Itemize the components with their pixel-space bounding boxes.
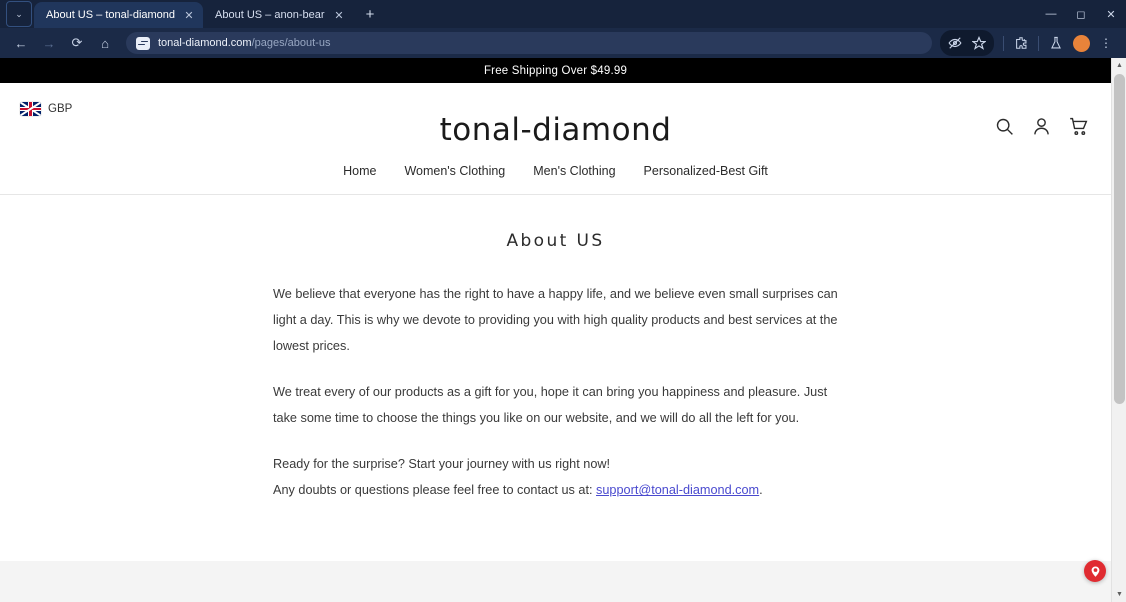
- nav-item-mens-clothing[interactable]: Men's Clothing: [533, 164, 615, 178]
- article-body: We believe that everyone has the right t…: [268, 281, 843, 503]
- scroll-down-arrow[interactable]: ▼: [1112, 587, 1126, 602]
- toolbar-divider-2: [1038, 35, 1039, 51]
- about-us-article: About US We believe that everyone has th…: [0, 195, 1111, 561]
- nav-item-womens-clothing[interactable]: Women's Clothing: [404, 164, 505, 178]
- home-icon[interactable]: ⌂: [92, 30, 118, 56]
- lab-flask-icon[interactable]: [1044, 31, 1068, 55]
- browser-menu-icon[interactable]: ⋮: [1094, 31, 1118, 55]
- avatar: [1072, 34, 1090, 52]
- extensions-icon[interactable]: [1009, 31, 1033, 55]
- location-pin-icon: [1091, 566, 1099, 577]
- uk-flag-icon: [20, 102, 41, 116]
- contact-prefix-text: Any doubts or questions please feel free…: [273, 483, 597, 498]
- currency-label: GBP: [48, 103, 73, 115]
- article-paragraph-4: Any doubts or questions please feel free…: [273, 477, 843, 503]
- new-tab-button[interactable]: +: [357, 1, 383, 27]
- profile-avatar[interactable]: [1069, 31, 1093, 55]
- cart-icon[interactable]: [1068, 116, 1089, 137]
- maximize-icon[interactable]: ◻: [1066, 0, 1096, 28]
- scrollbar-thumb[interactable]: [1114, 74, 1125, 404]
- account-icon[interactable]: [1031, 116, 1052, 137]
- floating-action-badge[interactable]: [1084, 560, 1106, 582]
- site-logo[interactable]: tonal-diamond: [0, 95, 1111, 147]
- article-paragraph-2: We treat every of our products as a gift…: [273, 385, 828, 426]
- header-action-icons: [994, 116, 1089, 137]
- site-settings-icon[interactable]: [136, 36, 150, 50]
- search-icon[interactable]: [994, 116, 1015, 137]
- tab-search-button[interactable]: ⌄: [6, 1, 32, 27]
- forward-icon[interactable]: →: [36, 30, 62, 56]
- tab-title: About US – tonal-diamond: [46, 9, 176, 21]
- page-title: About US: [506, 231, 605, 252]
- promo-banner: Free Shipping Over $49.99: [0, 58, 1111, 83]
- tab-title: About US – anon-bear: [215, 9, 325, 21]
- chevron-down-icon: ⌄: [15, 8, 23, 19]
- toolbar-divider: [1003, 35, 1004, 51]
- site-header: GBP tonal-diamond Home Women's Clothing …: [0, 83, 1111, 196]
- contact-suffix-text: .: [759, 483, 763, 498]
- webpage: Free Shipping Over $49.99 GBP tonal-diam…: [0, 58, 1111, 602]
- omnibox-actions-pill: [940, 30, 994, 56]
- page-viewport: Free Shipping Over $49.99 GBP tonal-diam…: [0, 58, 1126, 602]
- browser-toolbar: ← → ⟳ ⌂ tonal-diamond.com/pages/about-us: [0, 28, 1126, 58]
- tab-strip: ⌄ About US – tonal-diamond ✕ About US – …: [0, 0, 1126, 28]
- minimize-icon[interactable]: —: [1036, 0, 1066, 28]
- browser-window: ⌄ About US – tonal-diamond ✕ About US – …: [0, 0, 1126, 602]
- address-bar[interactable]: tonal-diamond.com/pages/about-us: [126, 32, 932, 54]
- close-icon[interactable]: ✕: [331, 7, 347, 23]
- article-paragraph-1: We believe that everyone has the right t…: [273, 287, 838, 354]
- url-path: /pages/about-us: [251, 37, 331, 49]
- scroll-up-arrow[interactable]: ▲: [1112, 58, 1126, 73]
- tracking-protection-icon[interactable]: [943, 31, 967, 55]
- currency-selector[interactable]: GBP: [20, 102, 72, 116]
- browser-tab-2[interactable]: About US – anon-bear ✕: [203, 2, 353, 28]
- nav-item-personalized-best-gift[interactable]: Personalized-Best Gift: [644, 164, 768, 178]
- article-paragraph-3: Ready for the surprise? Start your journ…: [273, 457, 611, 472]
- page-scrollbar[interactable]: ▲ ▼: [1111, 58, 1126, 602]
- back-icon[interactable]: ←: [8, 30, 34, 56]
- close-icon[interactable]: ✕: [181, 7, 197, 23]
- support-email-link[interactable]: support@tonal-diamond.com: [596, 483, 759, 497]
- url-text: tonal-diamond.com/pages/about-us: [158, 37, 330, 49]
- nav-item-home[interactable]: Home: [343, 164, 376, 178]
- bookmark-star-icon[interactable]: [967, 31, 991, 55]
- site-footer: Tonal-diamond Info About US Contact Us F…: [0, 561, 1111, 602]
- url-host: tonal-diamond.com: [158, 37, 252, 49]
- toolbar-actions: ⋮: [940, 30, 1118, 56]
- main-navigation: Home Women's Clothing Men's Clothing Per…: [0, 147, 1111, 196]
- close-window-icon[interactable]: ✕: [1096, 0, 1126, 28]
- reload-icon[interactable]: ⟳: [64, 30, 90, 56]
- window-controls: — ◻ ✕: [1036, 0, 1126, 28]
- browser-tab-1[interactable]: About US – tonal-diamond ✕: [34, 2, 204, 28]
